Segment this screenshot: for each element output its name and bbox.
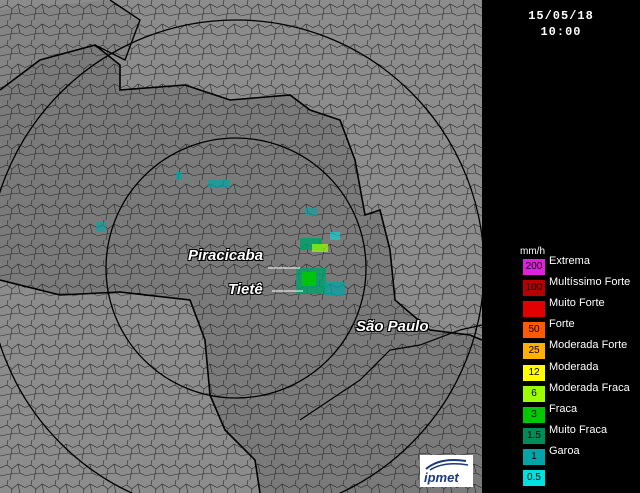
legend-unit: mm/h: [520, 246, 545, 257]
legend-swatch: 6: [523, 385, 545, 402]
legend-label: Muito Forte: [549, 297, 605, 310]
legend-swatch: 0.5: [523, 470, 545, 486]
legend-label: Multíssimo Forte: [549, 276, 631, 289]
legend-swatch: [523, 301, 545, 318]
legend-label: Forte: [549, 318, 575, 331]
legend-swatch: 25: [523, 343, 545, 360]
legend-swatch: 100: [523, 280, 545, 297]
ipmet-logo: ipmet: [420, 455, 473, 487]
legend-swatch: 1.5: [523, 427, 545, 444]
legend-label: Fraca: [549, 402, 578, 415]
legend-swatch: 1: [523, 448, 545, 465]
legend-label: Moderada: [549, 360, 599, 373]
legend-swatch: 12: [523, 364, 545, 381]
timestamp-time: 10:00: [540, 25, 582, 39]
legend-label: Moderada Forte: [549, 339, 628, 352]
logo-swoosh-icon: [425, 459, 469, 471]
logo-text: ipmet: [424, 470, 459, 485]
legend-label: Garoa: [549, 444, 580, 457]
place-label-sao-paulo: São Paulo: [356, 318, 429, 335]
place-label-piracicaba: Piracicaba: [188, 247, 264, 264]
legend-label: Moderada Fraca: [549, 381, 630, 394]
info-panel: 15/05/18 10:00 mm/h 200 Extrema 100 Multíss…: [482, 0, 640, 493]
legend-swatch: 3: [523, 406, 545, 423]
legend-swatch: 200: [523, 259, 545, 275]
timestamp-date: 15/05/18: [528, 9, 594, 23]
legend-label: Muito Fraca: [549, 423, 608, 436]
place-label-tiete: Tietê: [228, 281, 263, 298]
legend-label: Extrema: [549, 255, 590, 267]
legend-swatch: 50: [523, 322, 545, 339]
